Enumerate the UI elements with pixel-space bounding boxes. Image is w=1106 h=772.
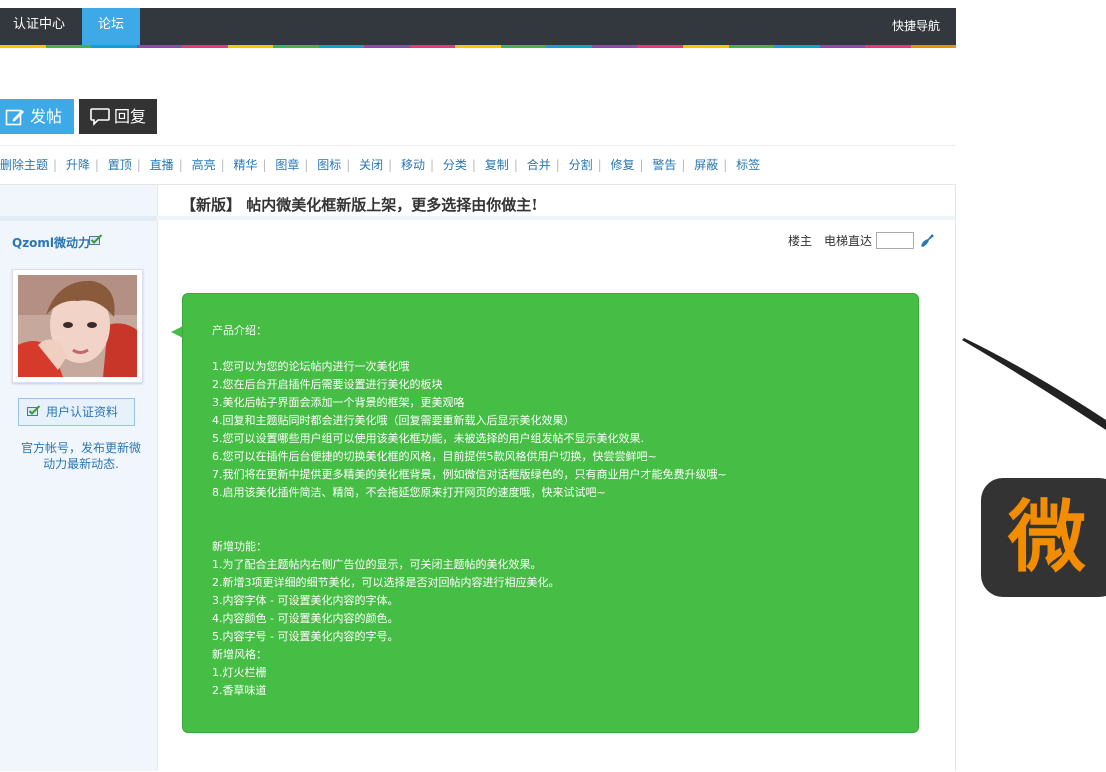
edit-icon: [5, 109, 24, 126]
mod-live[interactable]: 直播: [150, 158, 174, 172]
quick-nav-link[interactable]: 快捷导航: [892, 8, 940, 45]
content-line: 1.为了配合主题帖内右侧广告位的显示，可关闭主题帖的美化效果。: [212, 558, 542, 571]
avatar[interactable]: [12, 269, 143, 383]
content-line: 8.启用该美化插件简洁、精简，不会拖延您原来打开网页的速度哦，快来试试吧~: [212, 486, 606, 499]
content-line: 3.内容字体 - 可设置美化内容的字体。: [212, 594, 399, 607]
avatar-image: [18, 275, 137, 377]
ad-banner-text: 微: [1008, 493, 1087, 583]
moderation-toolbar: 删除主题 | 升降 | 置顶 | 直播 | 高亮 | 精华 | 图章 | 图标 | 关闭 | 移动…: [0, 158, 761, 172]
mod-highlight[interactable]: 高亮: [192, 158, 216, 172]
author-name[interactable]: Qzoml微动力: [12, 234, 90, 251]
content-line: 4.内容颜色 - 可设置美化内容的颜色。: [212, 612, 399, 625]
mod-block[interactable]: 屏蔽: [694, 158, 718, 172]
color-stripe: [0, 45, 957, 48]
mod-icon[interactable]: 图标: [317, 158, 341, 172]
official-account-note: 官方帐号，发布更新微动力最新动态.: [20, 441, 141, 471]
mod-repair[interactable]: 修复: [610, 158, 634, 172]
content-line: 1.灯火栏栅: [212, 666, 267, 679]
mod-digest[interactable]: 精华: [233, 158, 257, 172]
mod-bump[interactable]: 升降: [66, 158, 90, 172]
mod-category[interactable]: 分类: [443, 158, 467, 172]
post-title: 【新版】 帖内微美化框新版上架，更多选择由你做主!: [181, 196, 538, 214]
verified-icon: [27, 405, 41, 416]
speech-bubble-icon: [90, 108, 110, 126]
reply-button[interactable]: 回复: [79, 99, 157, 134]
mod-delete[interactable]: 删除主题: [0, 158, 48, 172]
content-line: 新增功能：: [212, 540, 267, 553]
divider: [157, 216, 956, 220]
ad-swoosh-graphic: [962, 338, 1106, 430]
content-line: 2.您在后台开启插件后需要设置进行美化的板块: [212, 378, 443, 391]
new-post-label: 发帖: [30, 107, 63, 126]
floor-jump-input[interactable]: [876, 232, 914, 249]
content-line: 5.您可以设置哪些用户组可以使用该美化框功能，未被选择的用户组发帖不显示美化效果…: [212, 432, 644, 445]
content-line: 4.回复和主题贴同时都会进行美化哦（回复需要重新载入后显示美化效果）: [212, 414, 575, 427]
top-nav-bar: 认证中心 论坛 快捷导航: [0, 8, 956, 45]
mod-move[interactable]: 移动: [401, 158, 425, 172]
mod-merge[interactable]: 合并: [527, 158, 551, 172]
content-line: 2.香草味道: [212, 684, 267, 697]
user-auth-info-button[interactable]: 用户认证资料: [18, 398, 135, 426]
mod-stamp[interactable]: 图章: [275, 158, 299, 172]
new-post-button[interactable]: 发帖: [0, 99, 74, 134]
mod-warn[interactable]: 警告: [652, 158, 676, 172]
mod-close[interactable]: 关闭: [359, 158, 383, 172]
content-line: 产品介绍：: [212, 324, 267, 337]
mod-sticky[interactable]: 置顶: [108, 158, 132, 172]
mod-tag[interactable]: 标签: [736, 158, 760, 172]
content-line: [212, 340, 727, 358]
post-content: 产品介绍： 1.您可以为您的论坛帖内进行一次美化哦 2.您在后台开启插件后需要设…: [212, 322, 727, 700]
content-line: 7.我们将在更新中提供更多精美的美化框背景，例如微信对话框版绿色的，只有商业用户…: [212, 468, 727, 481]
content-line: [212, 520, 727, 538]
mod-copy[interactable]: 复制: [485, 158, 509, 172]
floor-jump-label: 电梯直达: [824, 234, 873, 248]
content-line: 5.内容字号 - 可设置美化内容的字号。: [212, 630, 399, 643]
content-line: 新增风格：: [212, 648, 267, 661]
tab-forum[interactable]: 论坛: [82, 8, 140, 45]
content-line: [212, 502, 727, 520]
reply-label: 回复: [114, 107, 147, 126]
jump-go-icon[interactable]: [918, 231, 936, 249]
divider: [955, 184, 956, 771]
tab-auth-center[interactable]: 认证中心: [0, 8, 78, 45]
divider: [0, 145, 956, 146]
content-line: 2.新增3项更详细的细节美化，可以选择是否对回帖内容进行相应美化。: [212, 576, 560, 589]
divider: [0, 216, 157, 221]
floor-owner-label[interactable]: 楼主: [788, 232, 812, 249]
verified-icon: [89, 234, 103, 245]
content-line: 6.您可以在插件后台便捷的切换美化框的风格，目前提供5款风格供用户切换，快尝尝鲜…: [212, 450, 657, 463]
content-line: 3.美化后帖子界面会添加一个背景的框架，更美观咯: [212, 396, 465, 409]
content-line: 1.您可以为您的论坛帖内进行一次美化哦: [212, 360, 410, 373]
auth-button-label: 用户认证资料: [46, 405, 119, 419]
mod-split[interactable]: 分割: [569, 158, 593, 172]
